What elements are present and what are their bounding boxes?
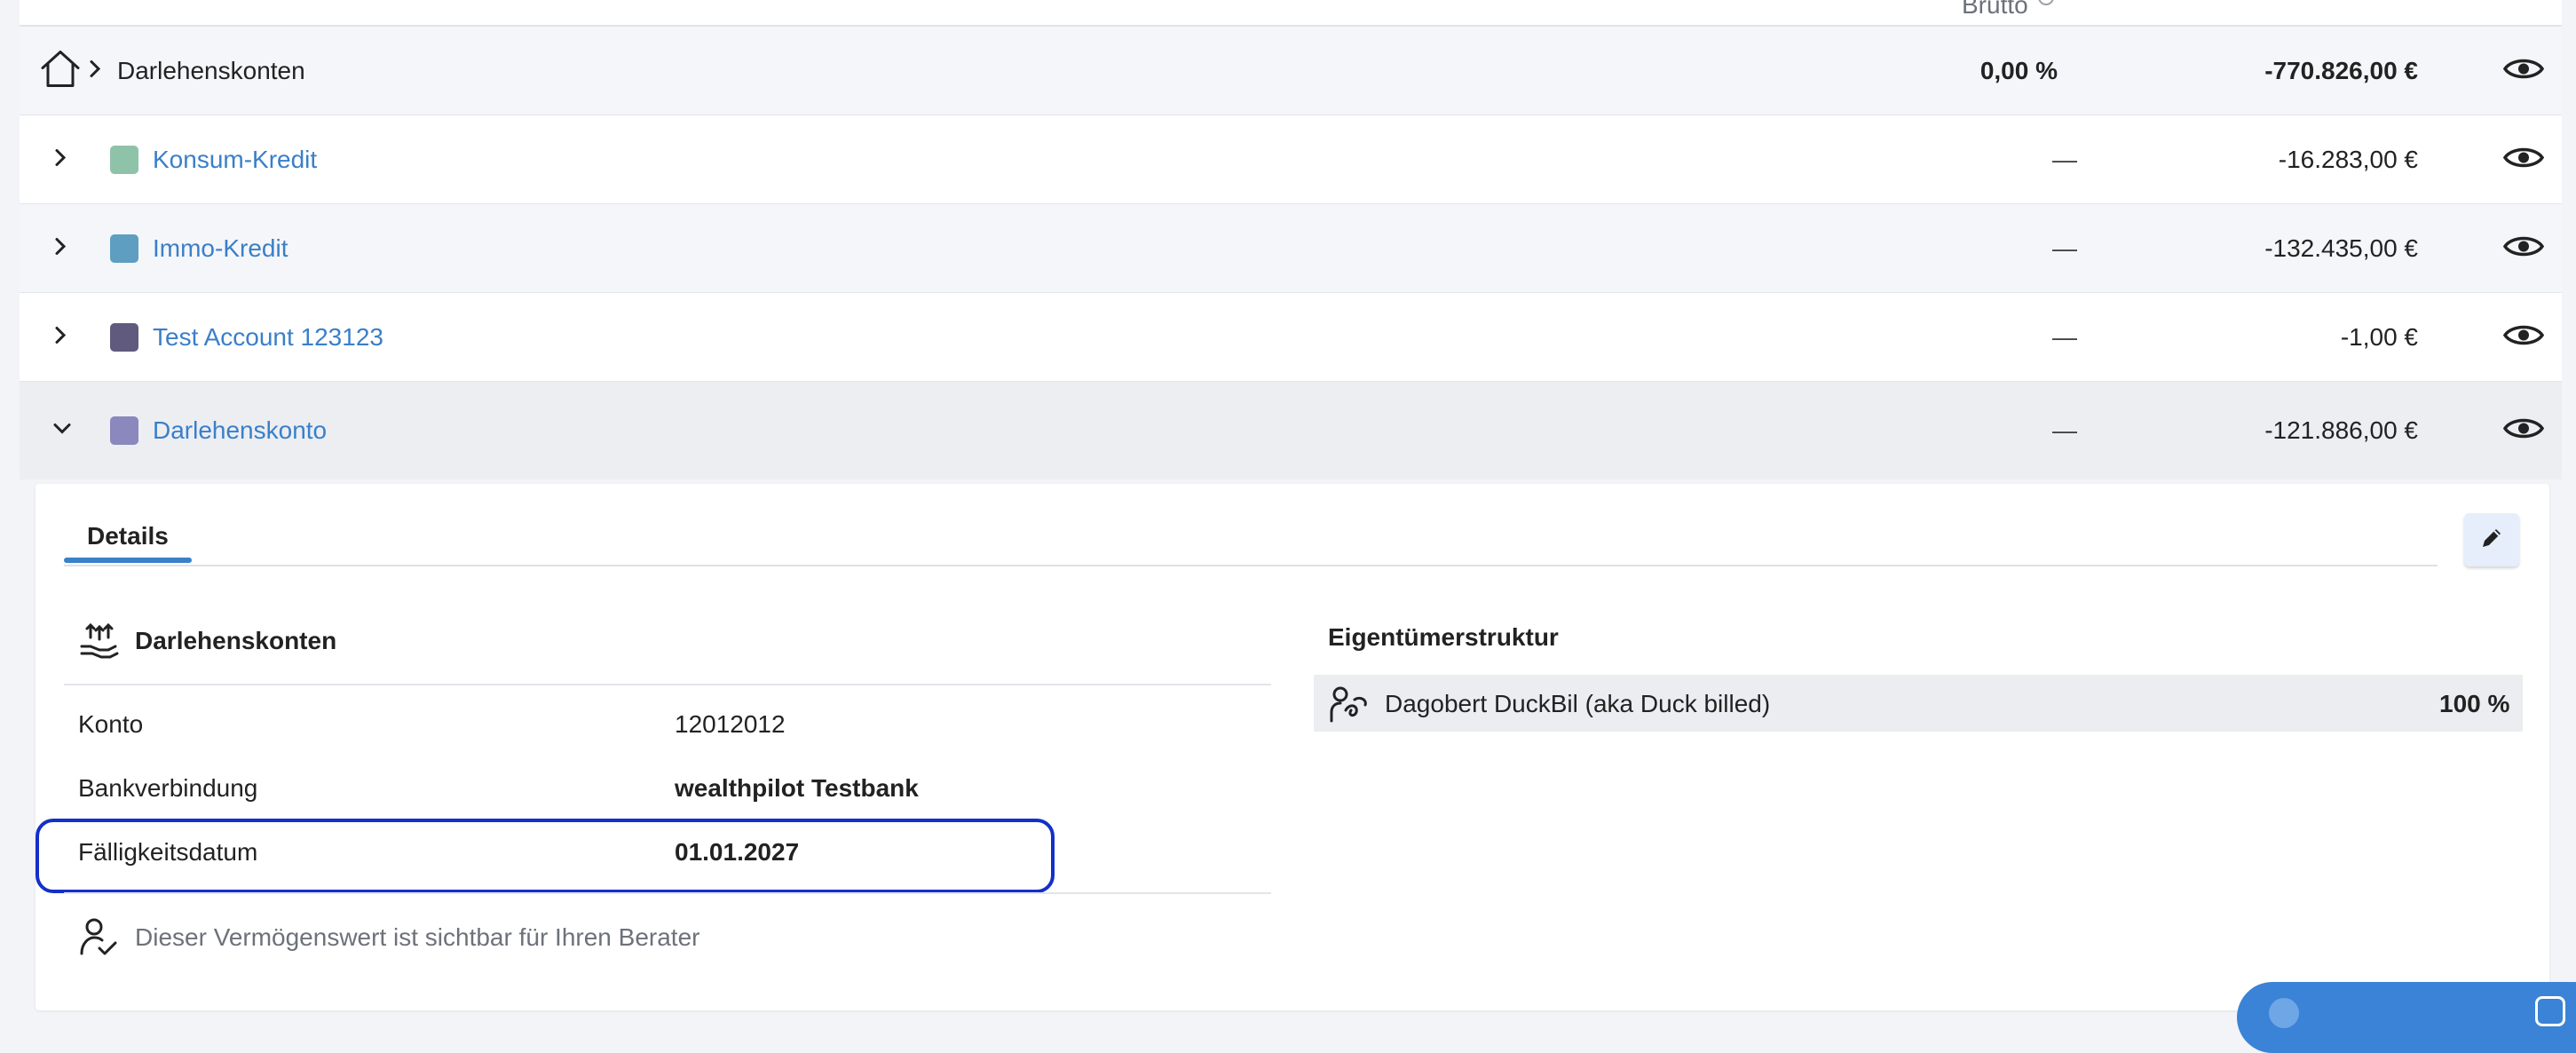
account-name-link[interactable]: Konsum-Kredit — [153, 146, 317, 174]
eye-icon[interactable] — [2502, 144, 2545, 175]
account-row[interactable]: Konsum-Kredit — -16.283,00 € — [20, 115, 2562, 205]
chevron-right-icon[interactable] — [51, 146, 69, 172]
field-value-bankverbindung: wealthpilot Testbank — [675, 774, 919, 802]
account-row[interactable]: Test Account 123123 — -1,00 € — [20, 293, 2562, 383]
account-name-link[interactable]: Immo-Kredit — [153, 234, 288, 263]
tab-divider — [64, 565, 2438, 566]
chevron-right-icon[interactable] — [51, 235, 69, 261]
account-row[interactable]: Immo-Kredit — -132.435,00 € — [20, 204, 2562, 294]
field-value-faelligkeitsdatum: 01.01.2027 — [675, 838, 800, 866]
field-value-konto: 12012012 — [675, 710, 786, 738]
section-divider — [64, 684, 1271, 685]
account-amount: -16.283,00 € — [2278, 145, 2418, 173]
eye-icon[interactable] — [2502, 321, 2545, 352]
account-percent: — — [2052, 234, 2077, 262]
eye-icon[interactable] — [2502, 233, 2545, 264]
advisor-check-icon — [78, 916, 119, 962]
section-divider — [64, 892, 1271, 894]
ownership-title: Eigentümerstruktur — [1328, 623, 1559, 651]
account-color-swatch — [110, 322, 138, 352]
loan-icon — [78, 620, 119, 665]
account-percent: — — [2052, 416, 2077, 444]
field-label-konto: Konto — [78, 710, 144, 738]
chat-icon[interactable] — [2535, 996, 2565, 1026]
account-percent: — — [2052, 322, 2077, 351]
pencil-icon — [2478, 525, 2505, 556]
group-percent: 0,00 % — [1979, 56, 2058, 84]
owner-name: Dagobert DuckBil (aka Duck billed) — [1385, 690, 1771, 717]
chevron-right-icon — [87, 58, 103, 83]
account-percent: — — [2052, 145, 2077, 173]
field-label-faelligkeitsdatum: Fälligkeitsdatum — [78, 838, 258, 866]
account-amount: -132.435,00 € — [2264, 234, 2418, 262]
account-row-expanded[interactable]: Darlehenskonto — -121.886,00 € — [20, 382, 2562, 479]
edit-button[interactable] — [2464, 513, 2519, 566]
table-header — [20, 0, 2562, 27]
group-total: -770.826,00 € — [2264, 56, 2418, 84]
owner-link-icon — [1328, 685, 1369, 729]
tab-active-indicator — [64, 558, 192, 563]
account-color-swatch — [110, 234, 138, 263]
account-amount: -121.886,00 € — [2264, 416, 2418, 444]
home-icon[interactable] — [39, 48, 82, 93]
account-name-link[interactable]: Darlehenskonto — [153, 416, 327, 445]
section-title: Darlehenskonten — [135, 627, 337, 654]
chevron-right-icon[interactable] — [51, 324, 69, 350]
avatar — [2269, 998, 2299, 1028]
tab-details[interactable]: Details — [87, 522, 169, 550]
chevron-down-icon[interactable] — [51, 420, 73, 442]
owner-share: 100 % — [2439, 690, 2510, 717]
account-name-link[interactable]: Test Account 123123 — [153, 323, 383, 352]
group-row-darlehenskonten[interactable]: Darlehenskonten 0,00 % -770.826,00 € — [20, 27, 2562, 116]
eye-icon[interactable] — [2502, 55, 2545, 86]
account-amount: -1,00 € — [2340, 322, 2418, 351]
advisor-visibility-note: Dieser Vermögenswert ist sichtbar für Ih… — [135, 923, 700, 951]
account-color-swatch — [110, 416, 138, 445]
eye-icon[interactable] — [2502, 416, 2545, 447]
column-header-brutto: Brutto — [1962, 0, 2028, 19]
breadcrumb-title[interactable]: Darlehenskonten — [117, 57, 305, 85]
account-color-swatch — [110, 145, 138, 174]
field-label-bankverbindung: Bankverbindung — [78, 774, 258, 802]
